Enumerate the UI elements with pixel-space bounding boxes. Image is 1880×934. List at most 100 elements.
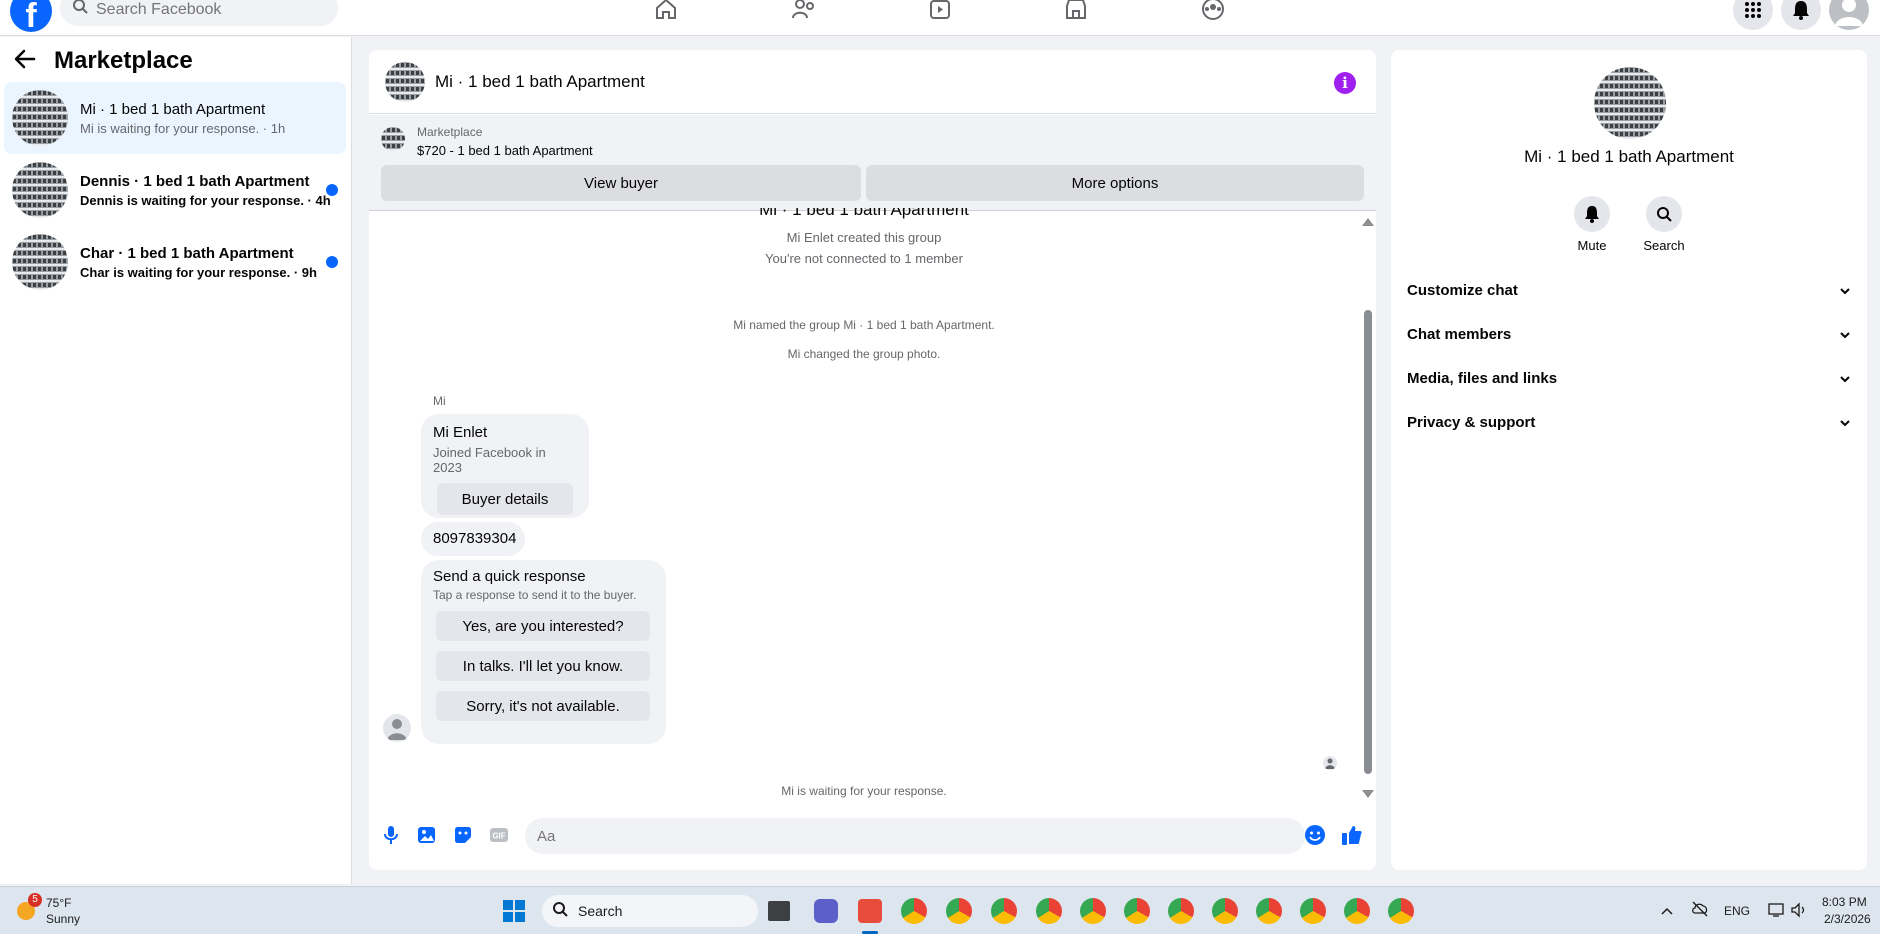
chrome-profile-icon[interactable]	[1212, 898, 1238, 924]
sender-name: Mi	[433, 394, 446, 408]
buyer-profile-card: Mi Enlet Joined Facebook in 2023 Buyer d…	[421, 414, 589, 518]
chat-title[interactable]: Mi · 1 bed 1 bath Apartment	[435, 72, 645, 92]
scroll-up-arrow-icon[interactable]	[1362, 218, 1374, 226]
quick-response-option[interactable]: Yes, are you interested?	[436, 611, 650, 641]
chrome-profile-icon[interactable]	[946, 898, 972, 924]
conversation-item-dennis[interactable]: Dennis · 1 bed 1 bath Apartment Dennis i…	[4, 154, 346, 226]
volume-icon[interactable]	[1790, 902, 1808, 923]
chrome-profile-icon[interactable]	[1300, 898, 1326, 924]
quick-response-option[interactable]: In talks. I'll let you know.	[436, 651, 650, 681]
friends-icon[interactable]	[790, 0, 818, 22]
chrome-profile-icon[interactable]	[1124, 898, 1150, 924]
weather-desc: Sunny	[46, 912, 81, 926]
info-icon[interactable]: i	[1334, 72, 1356, 94]
message-scrollbar[interactable]	[1360, 212, 1376, 802]
microphone-icon[interactable]	[380, 824, 402, 846]
chevron-up-icon[interactable]	[1660, 903, 1674, 921]
network-icon[interactable]	[1768, 902, 1786, 923]
facebook-logo[interactable]: f	[10, 0, 52, 32]
photo-icon[interactable]	[416, 824, 438, 846]
unread-dot	[326, 256, 338, 268]
chrome-profile-icon[interactable]	[1168, 898, 1194, 924]
taskbar-search[interactable]: Search	[542, 895, 758, 927]
customize-chat-section[interactable]: Customize chat	[1407, 270, 1851, 310]
sender-avatar[interactable]	[383, 714, 411, 742]
system-message-photo: Mi changed the group photo.	[787, 347, 941, 361]
mute-label: Mute	[1577, 238, 1607, 253]
chat-members-section[interactable]: Chat members	[1407, 314, 1851, 354]
weather-temp: 75°F	[46, 896, 72, 910]
quick-response-subtitle: Tap a response to send it to the buyer.	[433, 588, 637, 602]
conversation-item-char[interactable]: Char · 1 bed 1 bath Apartment Char is wa…	[4, 226, 346, 298]
video-icon[interactable]	[926, 0, 954, 22]
view-buyer-button[interactable]: View buyer	[381, 165, 861, 201]
conversation-preview: Char is waiting for your response. · 9h	[80, 264, 317, 280]
group-heading-partial: Mi · 1 bed 1 bath Apartment	[759, 208, 969, 219]
notifications-icon[interactable]	[1781, 0, 1821, 30]
buyer-joined: Joined Facebook in 2023	[433, 445, 546, 475]
chrome-profile-icon[interactable]	[1036, 898, 1062, 924]
top-navigation-bar: f	[0, 0, 1880, 36]
home-icon[interactable]	[652, 0, 680, 22]
quick-response-option[interactable]: Sorry, it's not available.	[436, 691, 650, 721]
conversation-name: Char · 1 bed 1 bath Apartment	[80, 244, 294, 262]
chat-app-icon[interactable]	[814, 899, 838, 923]
mute-button[interactable]: Mute	[1562, 196, 1622, 253]
listing-price-title[interactable]: $720 - 1 bed 1 bath Apartment	[417, 143, 593, 158]
marketplace-title: Marketplace	[54, 47, 193, 74]
chat-avatar[interactable]	[385, 61, 425, 102]
like-thumb-icon[interactable]	[1341, 824, 1363, 846]
listing-summary-bar: Marketplace $720 - 1 bed 1 bath Apartmen…	[369, 115, 1376, 211]
search-icon	[552, 901, 568, 922]
groups-icon[interactable]	[1199, 0, 1227, 22]
account-icon[interactable]	[1829, 0, 1869, 30]
listing-thumbnail	[12, 90, 68, 146]
marketplace-icon[interactable]	[1062, 0, 1090, 22]
search-in-chat-button[interactable]: Search	[1634, 196, 1694, 253]
clock-date[interactable]: 2/3/2026	[1824, 912, 1871, 926]
back-arrow-icon[interactable]	[14, 49, 36, 74]
system-message-not-connected: You're not connected to 1 member	[765, 251, 963, 266]
section-label: Customize chat	[1407, 281, 1518, 299]
language-indicator[interactable]: ENG	[1724, 904, 1750, 918]
section-label: Media, files and links	[1407, 369, 1558, 387]
privacy-support-section[interactable]: Privacy & support	[1407, 402, 1851, 442]
clock-time[interactable]: 8:03 PM	[1822, 895, 1867, 909]
more-options-button[interactable]: More options	[866, 165, 1364, 201]
emoji-icon[interactable]	[1304, 824, 1326, 846]
buyer-details-button[interactable]: Buyer details	[437, 483, 573, 515]
conversation-preview: Dennis is waiting for your response. · 4…	[80, 192, 331, 208]
marketplace-inbox-panel: Marketplace Mi · 1 bed 1 bath Apartment …	[0, 37, 352, 884]
gif-icon[interactable]: GIF	[488, 824, 510, 846]
chrome-profile-icon[interactable]	[1344, 898, 1370, 924]
bell-icon	[1574, 196, 1610, 232]
conversation-name: Mi · 1 bed 1 bath Apartment	[80, 100, 266, 118]
chrome-profile-icon[interactable]	[1388, 898, 1414, 924]
chat-details-avatar[interactable]	[1594, 67, 1666, 139]
cloud-offline-icon[interactable]	[1691, 901, 1709, 922]
conversation-item-mi[interactable]: Mi · 1 bed 1 bath Apartment Mi is waitin…	[4, 82, 346, 154]
media-files-links-section[interactable]: Media, files and links	[1407, 358, 1851, 398]
chrome-profile-icon[interactable]	[1080, 898, 1106, 924]
weather-widget[interactable]: 5	[14, 893, 42, 923]
message-input[interactable]	[525, 818, 1305, 854]
search-facebook-box[interactable]	[60, 0, 338, 26]
phone-message-bubble[interactable]: 8097839304	[421, 522, 525, 556]
chat-details-title: Mi · 1 bed 1 bath Apartment	[1524, 147, 1734, 166]
search-facebook-input[interactable]	[96, 1, 296, 19]
menu-grid-icon[interactable]	[1733, 0, 1773, 30]
sticker-icon[interactable]	[452, 824, 474, 846]
svg-text:GIF: GIF	[492, 832, 505, 841]
file-explorer-icon[interactable]	[768, 901, 790, 921]
quick-response-title: Send a quick response	[433, 568, 586, 585]
chrome-profile-icon[interactable]	[991, 898, 1017, 924]
snipping-tool-icon[interactable]	[858, 899, 882, 923]
listing-thumbnail[interactable]	[381, 127, 405, 151]
system-message-named: Mi named the group Mi · 1 bed 1 bath Apa…	[733, 318, 995, 332]
chat-details-panel: Mi · 1 bed 1 bath Apartment Mute Search …	[1391, 50, 1867, 870]
scrollbar-thumb[interactable]	[1364, 310, 1372, 774]
chrome-icon[interactable]	[901, 898, 927, 924]
chrome-profile-icon[interactable]	[1256, 898, 1282, 924]
scroll-down-arrow-icon[interactable]	[1362, 790, 1374, 798]
windows-start-icon[interactable]	[502, 899, 526, 923]
